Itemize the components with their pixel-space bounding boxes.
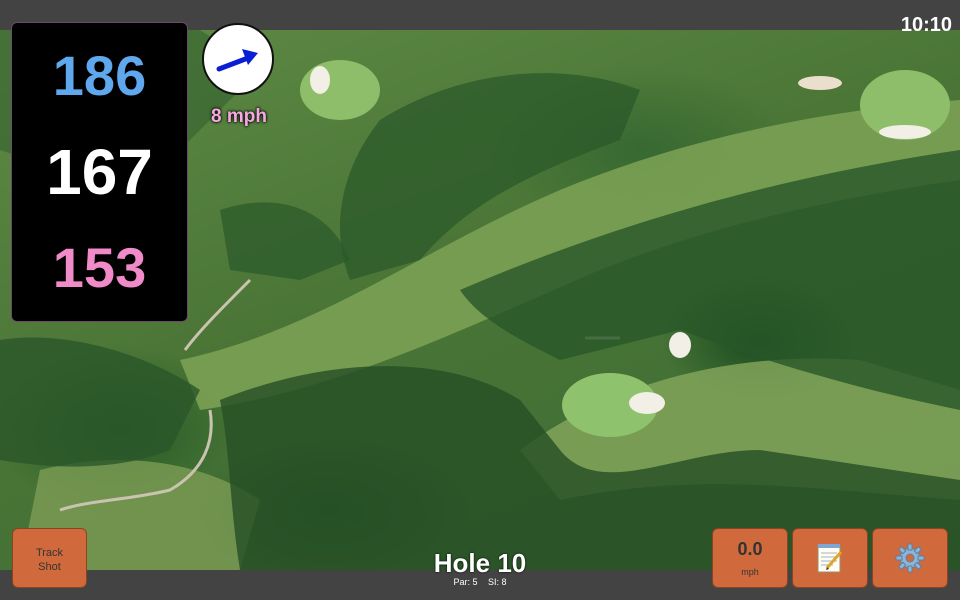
yardage-panel: 186 167 153 xyxy=(11,22,188,322)
wind-arrow-icon xyxy=(216,49,258,72)
hole-stroke-index: SI: 8 xyxy=(488,577,507,587)
speed-value: 0.0 xyxy=(737,539,763,559)
track-shot-label-line1: Track xyxy=(35,547,64,559)
hole-details: Par: 5 SI: 8 xyxy=(380,577,580,587)
hole-title: Hole 10 xyxy=(433,548,527,578)
middle-yardage: 167 xyxy=(46,136,153,208)
back-yardage: 186 xyxy=(52,44,147,107)
notepad-icon xyxy=(817,544,843,573)
bunker xyxy=(879,125,931,139)
bunker xyxy=(669,332,691,358)
track-shot-label-line2: Shot xyxy=(38,561,61,573)
bunker xyxy=(798,76,842,90)
gear-icon xyxy=(895,543,925,573)
cart-path xyxy=(183,278,252,351)
wind-speed-label: 8 mph xyxy=(211,106,267,127)
green xyxy=(300,60,380,120)
track-shot-button[interactable]: Track Shot xyxy=(12,528,87,588)
speed-button[interactable]: 0.0 mph xyxy=(712,528,788,588)
settings-button[interactable] xyxy=(872,528,948,588)
bunker xyxy=(629,392,665,414)
hole-par: Par: 5 xyxy=(453,577,478,587)
wind-indicator xyxy=(202,23,274,95)
bunker xyxy=(310,66,330,94)
scorecard-notes-button[interactable] xyxy=(792,528,868,588)
clock: 10:10 xyxy=(900,14,952,36)
front-yardage: 153 xyxy=(52,236,147,299)
speed-unit: mph xyxy=(741,567,759,577)
